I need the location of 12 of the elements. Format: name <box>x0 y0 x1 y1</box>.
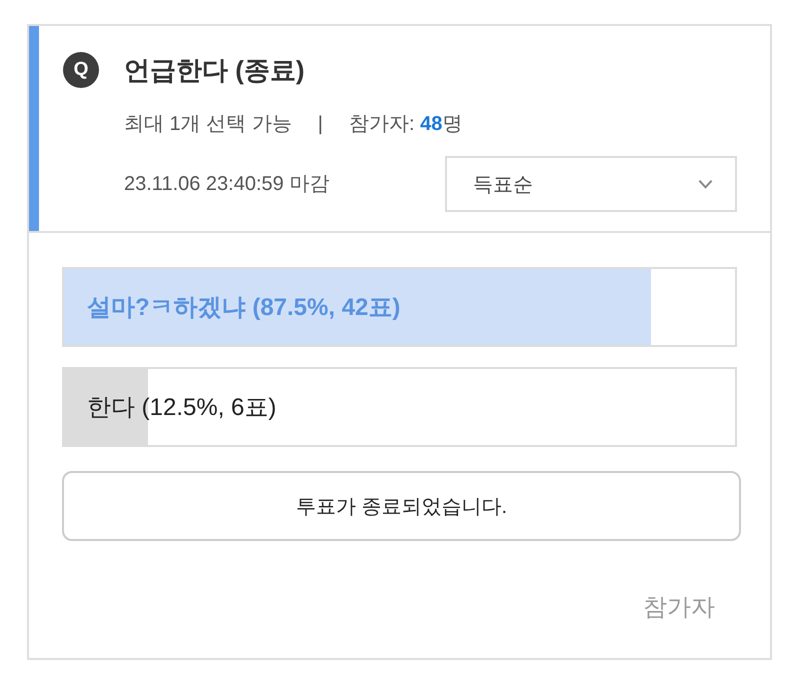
selection-limit: 최대 1개 선택 가능 <box>124 112 292 137</box>
separator: | <box>318 112 323 137</box>
option-label: 설마?ㅋ하겠냐 (87.5%, 42표) <box>86 293 400 323</box>
vote-result-bar[interactable]: 한다 (12.5%, 6표) <box>62 367 737 447</box>
deadline-text: 23.11.06 23:40:59 마감 <box>124 172 330 197</box>
chevron-down-icon <box>698 179 713 189</box>
sort-dropdown[interactable]: 득표순 <box>445 156 737 212</box>
poll-title: 언급한다 (종료) <box>124 54 305 87</box>
participant-count: 참가자: 48명 <box>349 112 462 137</box>
vote-closed-button[interactable]: 투표가 종료되었습니다. <box>62 471 741 541</box>
question-badge: Q <box>63 52 99 88</box>
option-label: 한다 (12.5%, 6표) <box>86 393 276 423</box>
